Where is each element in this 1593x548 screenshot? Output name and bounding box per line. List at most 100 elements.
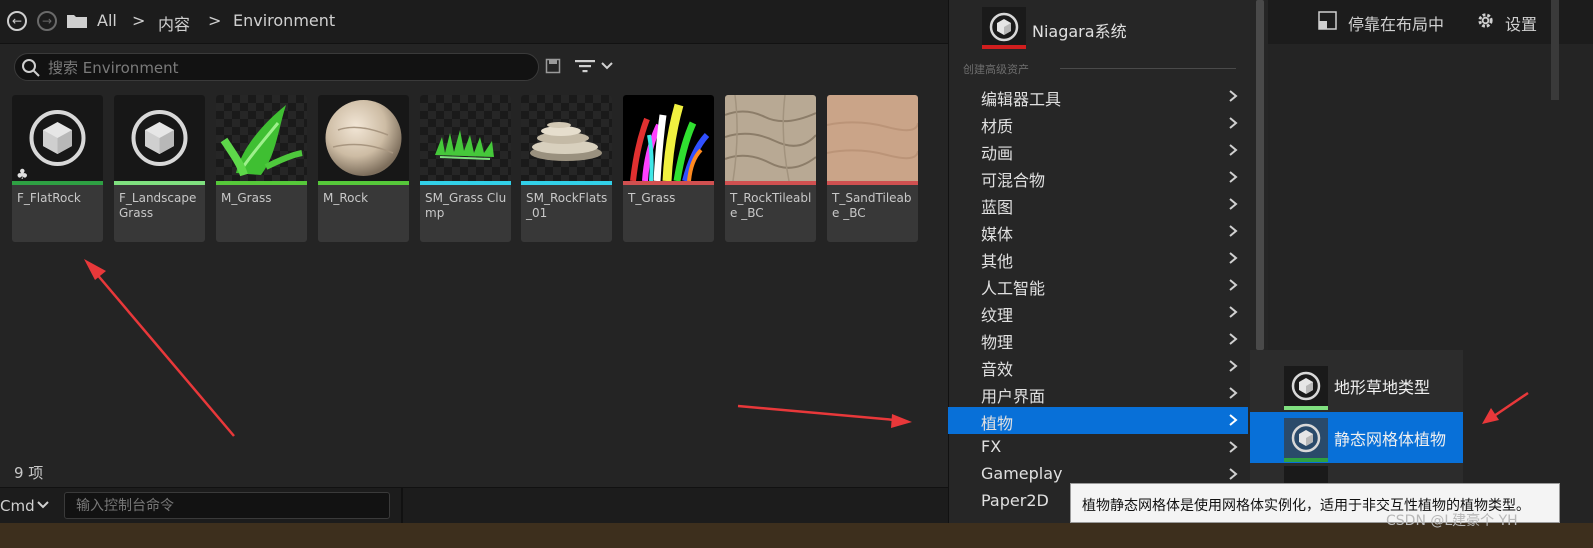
forward-button[interactable]: → <box>37 11 57 31</box>
asset-tile[interactable]: F_Landscape Grass <box>114 95 205 242</box>
filter-icon[interactable] <box>574 58 596 74</box>
dock-in-layout-button[interactable]: 停靠在布局中 <box>1348 11 1444 35</box>
asset-type-bar <box>1284 406 1328 410</box>
rock-flats-thumbnail <box>521 95 612 181</box>
content-browser-toolbar: ← → All > 内容 > Environment <box>0 0 948 44</box>
niagara-system-icon[interactable] <box>982 7 1026 49</box>
asset-tile[interactable]: SM_Grass Clump <box>420 95 511 242</box>
menu-item-editor-tools[interactable]: 编辑器工具 <box>948 83 1248 110</box>
menu-item-fx[interactable]: FX <box>948 434 1248 461</box>
asset-tile[interactable]: M_Grass <box>216 95 307 242</box>
dock-layout-icon[interactable] <box>1318 11 1337 30</box>
asset-type-bar <box>982 45 1026 49</box>
asset-name: M_Grass <box>221 191 272 205</box>
chevron-right-icon: > <box>132 11 146 30</box>
chevron-right-icon <box>1229 360 1238 372</box>
chevron-right-icon <box>1229 252 1238 264</box>
submenu-item-landscape-grass-type[interactable]: 地形草地类型 <box>1250 360 1463 411</box>
menu-item-misc[interactable]: 其他 <box>948 245 1248 272</box>
console-input[interactable] <box>64 492 390 519</box>
chevron-right-icon <box>1229 225 1238 237</box>
chevron-right-icon <box>1229 387 1238 399</box>
chevron-right-icon <box>1229 279 1238 291</box>
menu-item-blendables[interactable]: 可混合物 <box>948 164 1248 191</box>
asset-type-bar <box>1284 458 1328 462</box>
menu-scrollbar[interactable] <box>1256 0 1264 350</box>
menu-item-media[interactable]: 媒体 <box>948 218 1248 245</box>
asset-name: T_Grass <box>628 191 676 205</box>
chevron-right-icon: > <box>208 11 222 30</box>
grass-texture-thumbnail <box>623 95 714 181</box>
menu-item-texture[interactable]: 纹理 <box>948 299 1248 326</box>
breadcrumb-all[interactable]: All <box>97 11 117 30</box>
asset-type-bar <box>827 181 918 185</box>
cube-icon: ♣ <box>12 95 103 181</box>
asset-type-bar <box>420 181 511 185</box>
asset-name: T_SandTileabe _BC <box>832 191 912 220</box>
submenu-item-static-mesh-foliage[interactable]: 静态网格体植物 <box>1250 412 1463 463</box>
menu-item-sounds[interactable]: 音效 <box>948 353 1248 380</box>
cube-icon <box>1284 366 1328 410</box>
asset-name: F_FlatRock <box>17 191 81 205</box>
asset-type-bar <box>521 181 612 185</box>
search-input[interactable] <box>48 57 528 78</box>
menu-item-material[interactable]: 材质 <box>948 110 1248 137</box>
grass-clump-thumbnail <box>420 95 511 181</box>
menu-section-header: 创建高级资产 <box>963 63 1029 76</box>
watermark: CSDN @L建豪个 YH <box>1386 513 1518 529</box>
chevron-right-icon <box>1229 468 1238 480</box>
save-search-icon[interactable] <box>545 58 561 74</box>
menu-item-ai[interactable]: 人工智能 <box>948 272 1248 299</box>
console-mode-label[interactable]: Cmd <box>0 497 35 515</box>
chevron-right-icon <box>1229 306 1238 318</box>
chevron-right-icon <box>1229 441 1238 453</box>
breadcrumb-content[interactable]: 内容 <box>158 11 190 35</box>
search-box[interactable] <box>14 53 539 81</box>
chevron-down-icon[interactable] <box>600 58 614 74</box>
chevron-right-icon <box>1229 414 1238 426</box>
menu-item-blueprint[interactable]: 蓝图 <box>948 191 1248 218</box>
status-strip <box>0 523 1593 548</box>
folder-icon[interactable] <box>66 13 88 29</box>
asset-tile[interactable]: ♣ F_FlatRock <box>12 95 103 242</box>
sand-texture-thumbnail <box>827 95 918 181</box>
cube-icon <box>1284 418 1328 462</box>
back-button[interactable]: ← <box>7 11 27 31</box>
asset-tile[interactable]: T_Grass <box>623 95 714 242</box>
settings-button[interactable]: 设置 <box>1505 11 1537 35</box>
asset-tile[interactable]: M_Rock <box>318 95 409 242</box>
divider <box>1060 68 1236 69</box>
menu-item-foliage[interactable]: 植物 <box>948 407 1248 434</box>
chevron-down-icon[interactable] <box>36 497 50 513</box>
menu-item-user-interface[interactable]: 用户界面 <box>948 380 1248 407</box>
menu-item-niagara-system[interactable]: Niagara系统 <box>1032 18 1127 42</box>
asset-type-bar <box>318 181 409 185</box>
cube-icon <box>114 95 205 181</box>
asset-type-bar <box>623 181 714 185</box>
chevron-right-icon <box>1229 198 1238 210</box>
chevron-right-icon <box>1229 333 1238 345</box>
menu-item-animation[interactable]: 动画 <box>948 137 1248 164</box>
asset-type-bar <box>114 181 205 185</box>
breadcrumb-environment[interactable]: Environment <box>233 11 335 30</box>
asset-name: F_Landscape Grass <box>119 191 197 220</box>
svg-text:♣: ♣ <box>16 167 29 181</box>
divider <box>401 488 403 524</box>
chevron-right-icon <box>1229 117 1238 129</box>
search-icon <box>22 59 40 77</box>
asset-tile[interactable]: T_RockTileable _BC <box>725 95 816 242</box>
asset-tile[interactable]: T_SandTileabe _BC <box>827 95 918 242</box>
asset-name: SM_RockFlats _01 <box>526 191 608 220</box>
content-browser: ← → All > 内容 > Environment 搜索 Environmen… <box>0 0 948 548</box>
asset-name: SM_Grass Clump <box>425 191 507 220</box>
gear-icon[interactable] <box>1476 11 1495 30</box>
item-count: 9 项 <box>14 464 44 482</box>
grass-leaf-thumbnail <box>216 95 307 181</box>
scrollbar[interactable] <box>1551 0 1559 100</box>
chevron-right-icon <box>1229 171 1238 183</box>
asset-type-bar <box>216 181 307 185</box>
rock-sphere-thumbnail <box>318 95 409 181</box>
panel-header: 停靠在布局中 设置 <box>1268 0 1593 44</box>
asset-tile[interactable]: SM_RockFlats _01 <box>521 95 612 242</box>
menu-item-physics[interactable]: 物理 <box>948 326 1248 353</box>
